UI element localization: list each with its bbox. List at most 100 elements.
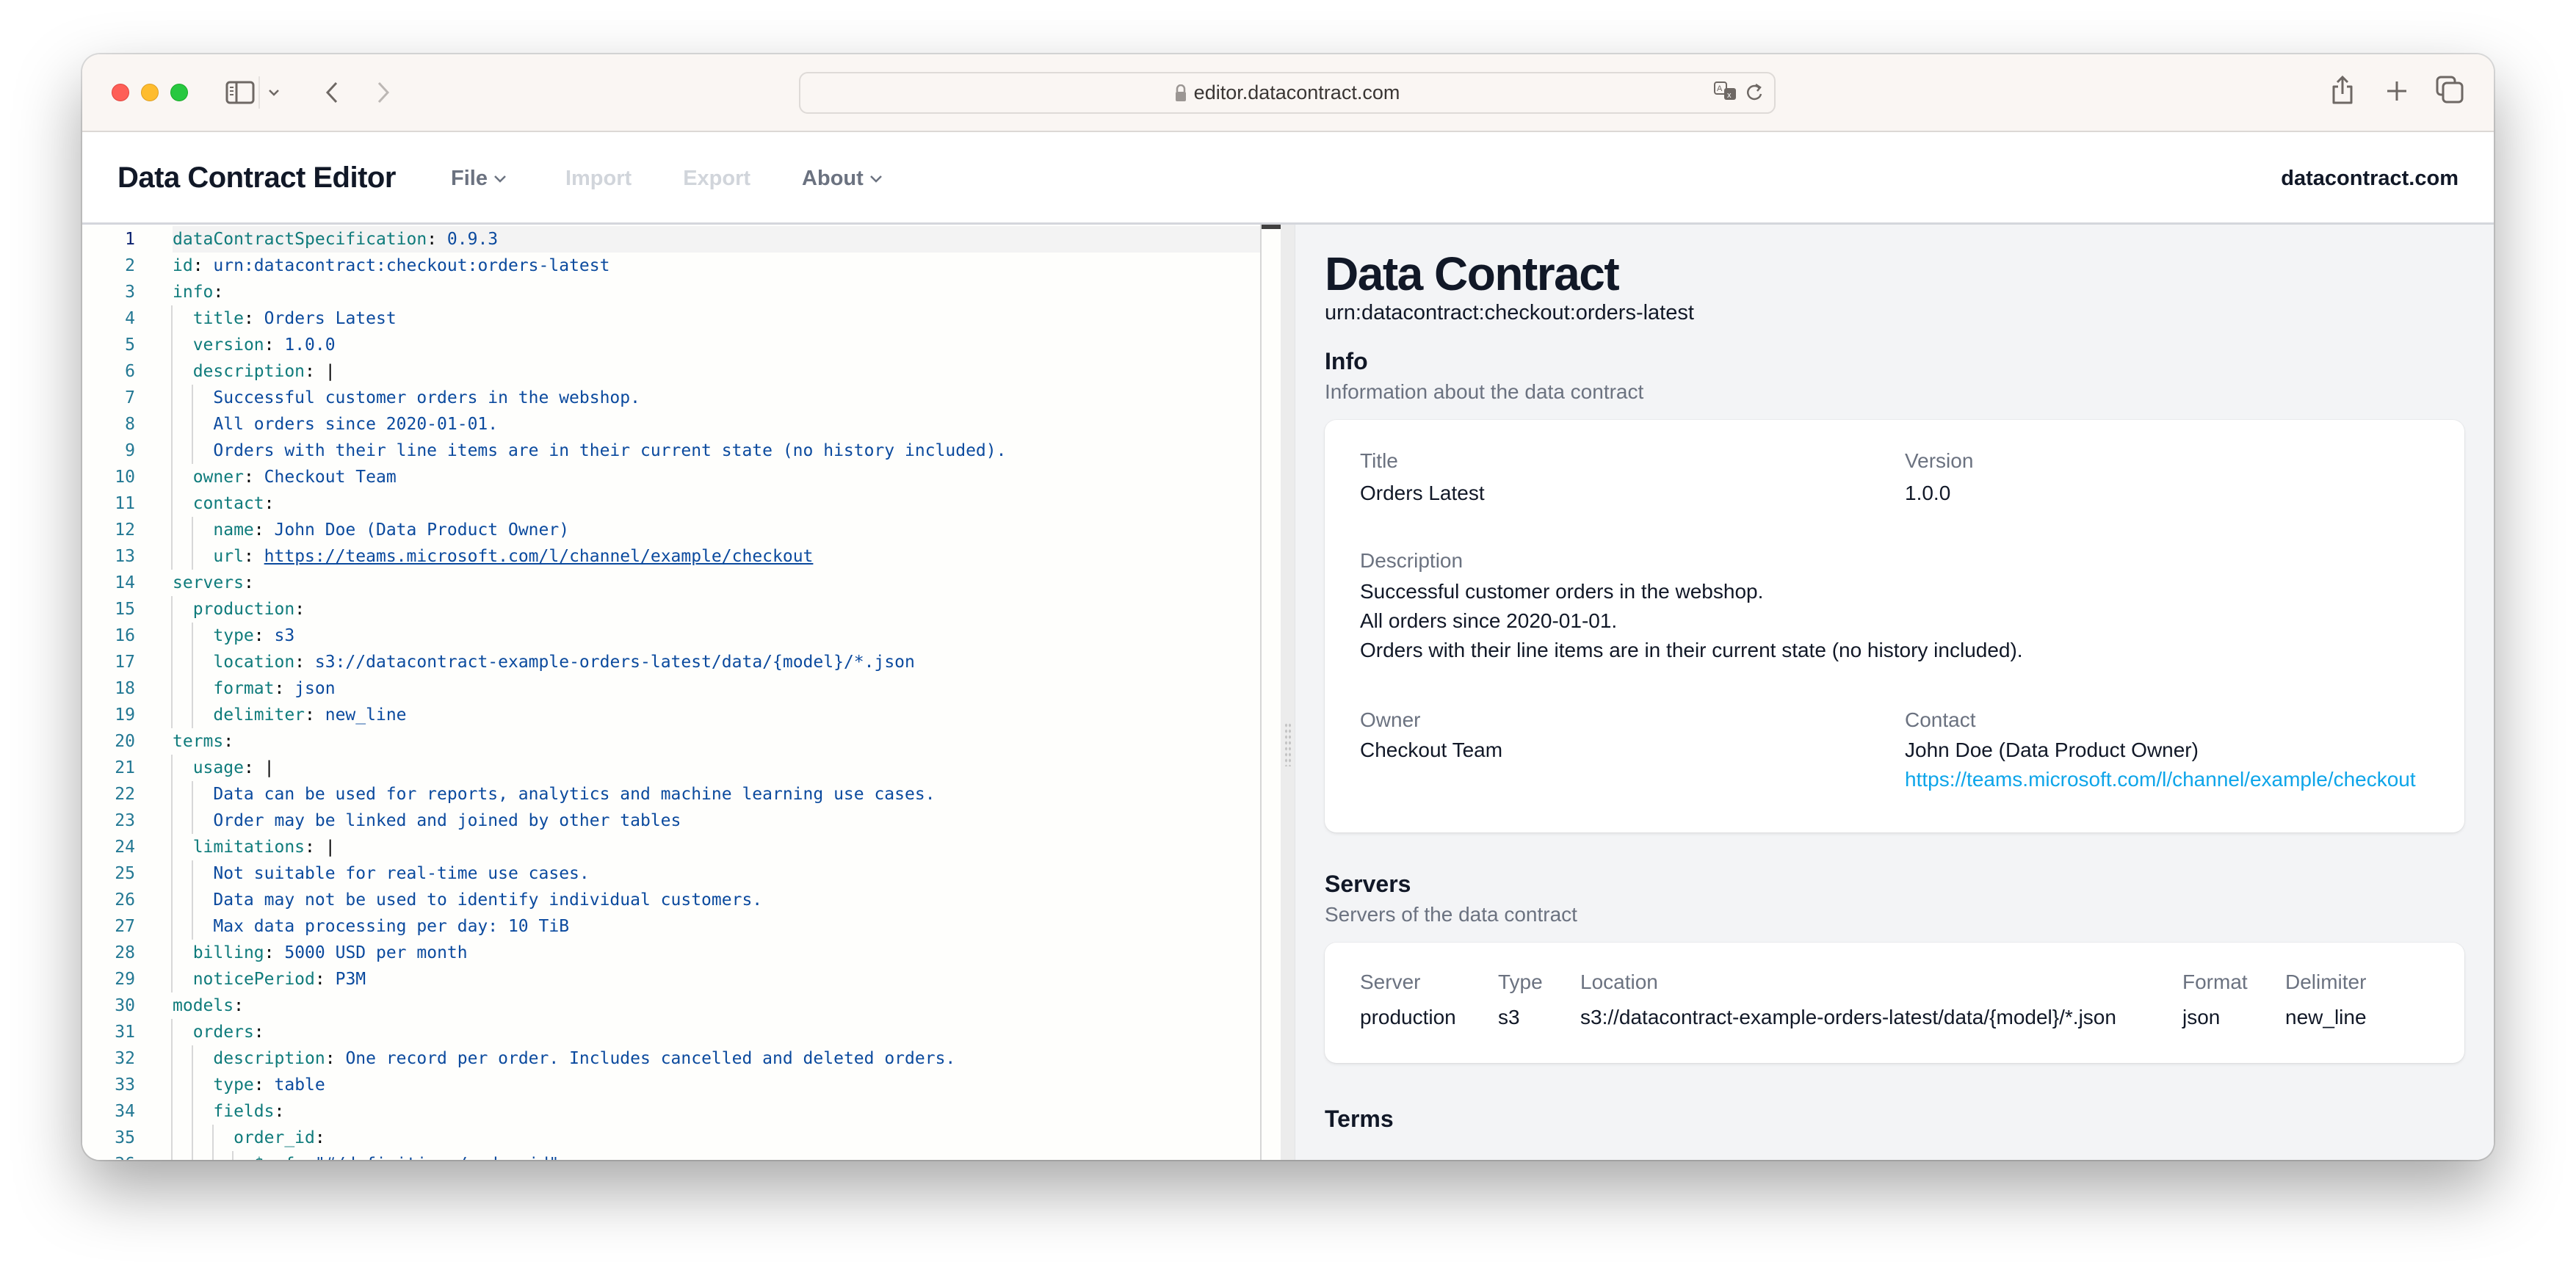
yaml-code-editor[interactable]: 1 dataContractSpecification: 0.9.3 2 id: ur… [82, 225, 1260, 1160]
code-text: format: json [173, 675, 1260, 702]
code-line[interactable]: 3 info: [82, 279, 1260, 305]
line-number: 8 [125, 415, 135, 434]
code-line[interactable]: 16 type: s3 [82, 623, 1260, 649]
browser-window: editor.datacontract.com Ax Data Contract… [82, 54, 2494, 1160]
code-line[interactable]: 21 usage: | [82, 755, 1260, 781]
contact-url-link[interactable]: https://teams.microsoft.com/l/channel/ex… [1905, 765, 2416, 794]
code-line[interactable]: 7 Successful customer orders in the webs… [82, 385, 1260, 411]
column-header: Type [1498, 970, 1543, 993]
code-line[interactable]: 22 Data can be used for reports, analyti… [82, 781, 1260, 808]
address-bar[interactable]: editor.datacontract.com Ax [799, 72, 1776, 114]
plus-icon[interactable] [2384, 76, 2410, 106]
code-line[interactable]: 20 terms: [82, 728, 1260, 755]
code-line[interactable]: 15 production: [82, 596, 1260, 623]
code-text: Orders with their line items are in thei… [173, 438, 1260, 464]
code-line[interactable]: 18 format: json [82, 675, 1260, 702]
share-icon[interactable] [2329, 73, 2356, 107]
yaml-colon: : [243, 468, 254, 487]
yaml-value: | [264, 758, 275, 777]
column-header: Location [1580, 970, 1658, 993]
line-number: 5 [125, 335, 135, 355]
editor-scrollbar-thumb[interactable] [1262, 225, 1281, 229]
line-number: 20 [115, 732, 135, 751]
code-line[interactable]: 12 name: John Doe (Data Product Owner) [82, 517, 1260, 543]
code-line[interactable]: 1 dataContractSpecification: 0.9.3 [82, 226, 1260, 253]
yaml-url-link[interactable]: https://teams.microsoft.com/l/channel/ex… [264, 547, 814, 566]
sidebar-icon[interactable] [225, 81, 255, 104]
code-text: orders: [173, 1019, 1260, 1045]
translate-icon[interactable]: Ax [1714, 81, 1739, 106]
code-line[interactable]: 35 order_id: [82, 1125, 1260, 1151]
code-line[interactable]: 32 description: One record per order. In… [82, 1045, 1260, 1072]
line-number: 10 [115, 468, 135, 487]
app-title: Data Contract Editor [117, 162, 396, 194]
code-line[interactable]: 5 version: 1.0.0 [82, 332, 1260, 358]
contract-preview: Data Contract urn:datacontract:checkout:… [1295, 225, 2494, 1160]
yaml-key: type [213, 626, 254, 645]
server-type-cell: s3 [1498, 1006, 1520, 1028]
minimize-window-button[interactable] [141, 84, 159, 101]
chevron-left-icon[interactable] [321, 79, 343, 106]
yaml-colon: : [305, 705, 315, 725]
line-number: 26 [115, 890, 135, 910]
code-line[interactable]: 33 type: table [82, 1072, 1260, 1098]
code-line[interactable]: 27 Max data processing per day: 10 TiB [82, 913, 1260, 940]
tab-overview-icon[interactable] [2435, 75, 2464, 104]
line-number: 6 [125, 362, 135, 381]
chevron-down-icon[interactable] [266, 81, 282, 104]
code-line[interactable]: 11 contact: [82, 490, 1260, 517]
code-line[interactable]: 13 url: https://teams.microsoft.com/l/ch… [82, 543, 1260, 570]
contract-id: urn:datacontract:checkout:orders-latest [1325, 301, 1694, 324]
yaml-key: url [213, 547, 244, 566]
close-window-button[interactable] [112, 84, 129, 101]
drag-handle-icon[interactable] [1284, 722, 1292, 766]
yaml-colon: : [305, 838, 315, 857]
datacontract-link[interactable]: datacontract.com [2281, 167, 2459, 191]
nav-import-label: Import [565, 167, 632, 190]
code-line[interactable]: 34 fields: [82, 1098, 1260, 1125]
pane-splitter[interactable] [1281, 225, 1295, 1160]
nav-import[interactable]: Import [565, 167, 632, 191]
code-line[interactable]: 25 Not suitable for real-time use cases. [82, 860, 1260, 887]
code-line[interactable]: 26 Data may not be used to identify indi… [82, 887, 1260, 913]
line-number: 33 [115, 1075, 135, 1095]
chevron-right-icon[interactable] [372, 79, 394, 106]
code-text: Data can be used for reports, analytics … [173, 781, 1260, 808]
code-line[interactable]: 14 servers: [82, 570, 1260, 596]
line-number: 14 [115, 573, 135, 592]
column-header: Format [2182, 970, 2248, 993]
yaml-key: usage [192, 758, 244, 777]
code-line[interactable]: 4 title: Orders Latest [82, 305, 1260, 332]
zoom-window-button[interactable] [170, 84, 188, 101]
nav-export[interactable]: Export [683, 167, 750, 191]
code-line[interactable]: 2 id: urn:datacontract:checkout:orders-la… [82, 253, 1260, 279]
code-line[interactable]: 10 owner: Checkout Team [82, 464, 1260, 490]
code-line[interactable]: 31 orders: [82, 1019, 1260, 1045]
yaml-value: P3M [335, 970, 366, 989]
line-number: 28 [115, 943, 135, 962]
code-line[interactable]: 6 description: | [82, 358, 1260, 385]
yaml-key: contact [192, 494, 264, 513]
nav-file-menu[interactable]: File [451, 167, 507, 191]
code-line[interactable]: 28 billing: 5000 USD per month [82, 940, 1260, 966]
code-line[interactable]: 36 $ref: "#/definitions/order_id" [82, 1151, 1260, 1160]
yaml-key: delimiter [213, 705, 305, 725]
yaml-key: noticePeriod [192, 970, 315, 989]
contact-name: John Doe (Data Product Owner) [1905, 739, 2199, 761]
code-line[interactable]: 19 delimiter: new_line [82, 702, 1260, 728]
nav-about-menu[interactable]: About [802, 167, 883, 191]
line-number: 17 [115, 653, 135, 672]
code-line[interactable]: 17 location: s3://datacontract-example-o… [82, 649, 1260, 675]
code-line[interactable]: 9 Orders with their line items are in th… [82, 438, 1260, 464]
reload-icon[interactable] [1746, 81, 1764, 106]
code-line[interactable]: 24 limitations: | [82, 834, 1260, 860]
yaml-colon: : [253, 1023, 264, 1042]
yaml-key: $ref [254, 1155, 294, 1160]
nav-file-label: File [451, 167, 488, 190]
svg-text:x: x [1727, 91, 1732, 100]
editor-scrollbar[interactable] [1262, 225, 1281, 1160]
code-line[interactable]: 23 Order may be linked and joined by oth… [82, 808, 1260, 834]
code-line[interactable]: 30 models: [82, 993, 1260, 1019]
code-line[interactable]: 8 All orders since 2020-01-01. [82, 411, 1260, 438]
code-line[interactable]: 29 noticePeriod: P3M [82, 966, 1260, 993]
